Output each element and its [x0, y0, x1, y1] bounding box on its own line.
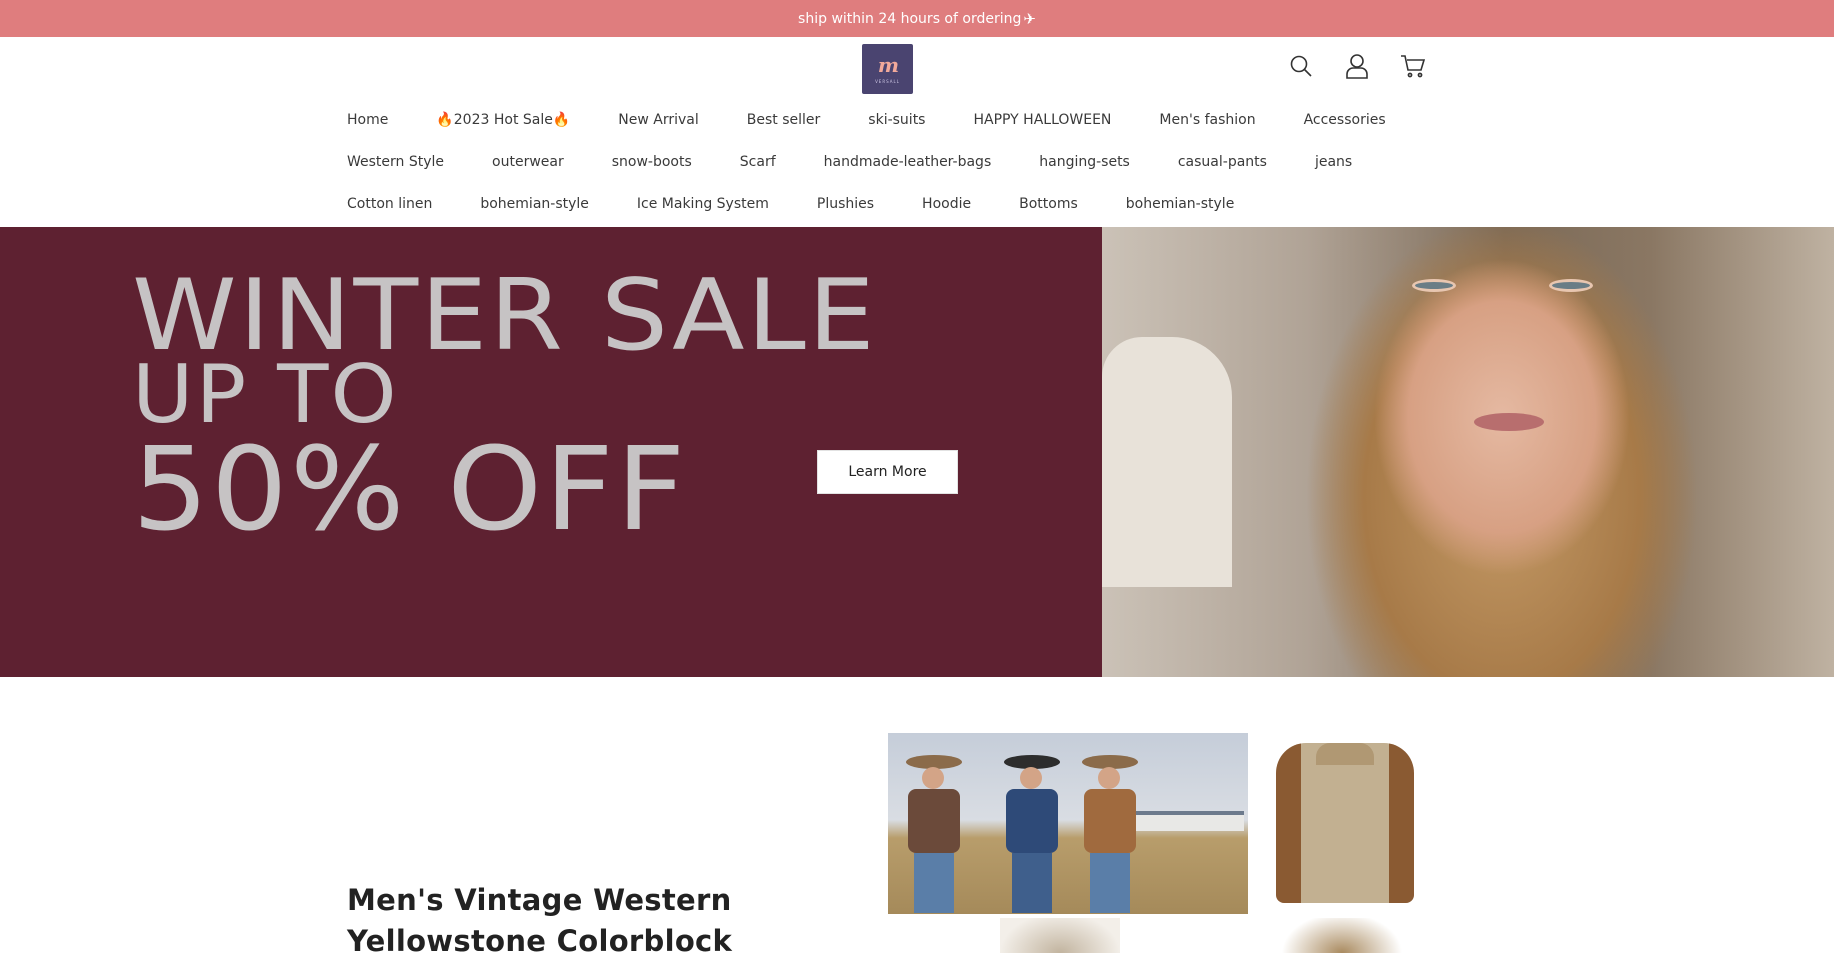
hero-photo-eye-left [1412, 279, 1456, 292]
nav-item-accessories[interactable]: Accessories [1304, 112, 1386, 128]
nav-item-bottoms[interactable]: Bottoms [1019, 196, 1078, 212]
header-icons [1288, 52, 1426, 80]
hero-photo-lips [1474, 413, 1544, 431]
product-image-sweater[interactable] [1262, 733, 1422, 914]
main-nav-row-3: Cotton linen bohemian-style Ice Making S… [347, 196, 1234, 212]
nav-item-western-style[interactable]: Western Style [347, 154, 444, 170]
hero-photo-eye-right [1549, 279, 1593, 292]
nav-item-snow-boots[interactable]: snow-boots [612, 154, 692, 170]
nav-item-bohemian-style-2[interactable]: bohemian-style [1126, 196, 1235, 212]
main-nav-row-1: Home 🔥2023 Hot Sale🔥 New Arrival Best se… [347, 112, 1386, 128]
nav-item-plushies[interactable]: Plushies [817, 196, 874, 212]
product-image-sweater-collar [1316, 743, 1374, 765]
nav-item-ice-making-system[interactable]: Ice Making System [637, 196, 769, 212]
logo-mark: m [877, 52, 899, 77]
learn-more-button[interactable]: Learn More [817, 450, 958, 494]
nav-item-new-arrival[interactable]: New Arrival [618, 112, 698, 128]
main-nav-row-2: Western Style outerwear snow-boots Scarf… [347, 154, 1352, 170]
product-image-cowboy-2 [1000, 755, 1064, 913]
nav-item-casual-pants[interactable]: casual-pants [1178, 154, 1267, 170]
nav-item-jeans[interactable]: jeans [1315, 154, 1352, 170]
nav-item-outerwear[interactable]: outerwear [492, 154, 564, 170]
hero-model-photo [1102, 227, 1834, 677]
nav-item-hanging-sets[interactable]: hanging-sets [1039, 154, 1130, 170]
nav-item-best-seller[interactable]: Best seller [747, 112, 821, 128]
nav-item-scarf[interactable]: Scarf [740, 154, 776, 170]
cart-icon[interactable] [1400, 52, 1426, 80]
product-image-pullover[interactable] [1282, 918, 1402, 953]
nav-item-cotton-linen[interactable]: Cotton linen [347, 196, 432, 212]
product-image-cowboys[interactable] [888, 733, 1248, 914]
announcement-bar: ship within 24 hours of ordering ✈ [0, 0, 1834, 37]
product-image-barn [1126, 811, 1244, 831]
account-icon[interactable] [1344, 52, 1370, 80]
product-image-cowboy-1 [902, 755, 966, 913]
logo-small-text: VERSALL [875, 78, 900, 84]
nav-item-mens-fashion[interactable]: Men's fashion [1159, 112, 1255, 128]
store-logo[interactable]: m VERSALL [862, 44, 913, 94]
nav-item-bohemian-style[interactable]: bohemian-style [480, 196, 589, 212]
product-image-sweater-body [1276, 743, 1414, 903]
hero-photo-sweater [1102, 337, 1232, 587]
product-image-cowboy-3 [1078, 755, 1142, 913]
nav-item-happy-halloween[interactable]: HAPPY HALLOWEEN [973, 112, 1111, 128]
hero-headline: WINTER SALE UP TO 50% OFF [132, 267, 875, 548]
announcement-text: ship within 24 hours of ordering [798, 10, 1022, 27]
nav-item-hoodie[interactable]: Hoodie [922, 196, 971, 212]
product-title[interactable]: Men's Vintage Western Yellowstone Colorb… [347, 880, 767, 953]
airplane-icon: ✈ [1023, 9, 1036, 28]
search-icon[interactable] [1288, 52, 1314, 80]
hero-line-discount: 50% OFF [132, 423, 688, 557]
nav-item-ski-suits[interactable]: ski-suits [868, 112, 925, 128]
nav-item-hot-sale[interactable]: 🔥2023 Hot Sale🔥 [436, 112, 570, 128]
product-image-jacket[interactable] [1000, 918, 1120, 953]
hero-banner: WINTER SALE UP TO 50% OFF Learn More [0, 227, 1834, 677]
nav-item-handmade-leather-bags[interactable]: handmade-leather-bags [824, 154, 992, 170]
nav-item-home[interactable]: Home [347, 112, 388, 128]
